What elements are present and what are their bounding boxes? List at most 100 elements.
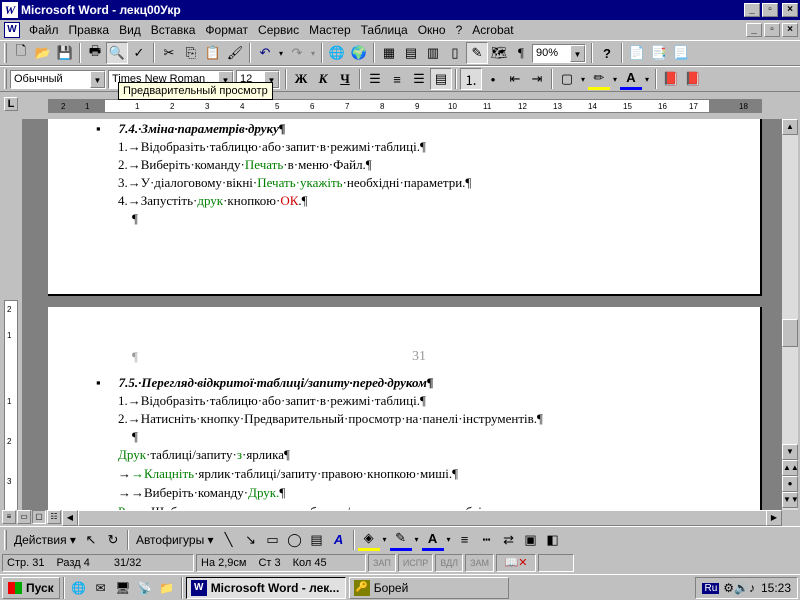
highlight-icon[interactable]: ✏ bbox=[588, 68, 610, 90]
columns-icon[interactable]: ▯ bbox=[444, 42, 466, 64]
oval-icon[interactable]: ◯ bbox=[284, 529, 306, 551]
normal-view-icon[interactable]: ≡ bbox=[2, 510, 16, 524]
align-left-icon[interactable]: ☰ bbox=[364, 68, 386, 90]
fill-color-icon[interactable]: ◈ bbox=[357, 529, 380, 551]
scroll-right-icon[interactable]: ▶ bbox=[766, 510, 782, 526]
format-painter-icon[interactable]: 🖌 bbox=[224, 42, 246, 64]
decrease-indent-icon[interactable]: ⇤ bbox=[504, 68, 526, 90]
toolbar-grip[interactable] bbox=[4, 529, 7, 550]
doc-minimize-button[interactable]: _ bbox=[746, 23, 762, 37]
acrobat-pdf-icon[interactable]: 📄 bbox=[626, 42, 648, 64]
font-color-dropdown-icon[interactable]: ▾ bbox=[642, 68, 652, 90]
scroll-thumb[interactable] bbox=[782, 319, 798, 347]
tray-icons[interactable]: ⚙🔊♪ bbox=[723, 581, 755, 595]
style-combo[interactable]: Обычный ▼ bbox=[10, 69, 106, 89]
next-page-icon[interactable]: ▼▼ bbox=[782, 492, 799, 508]
menu-edit[interactable]: Правка bbox=[64, 23, 115, 37]
actions-menu[interactable]: Действия ▾ bbox=[10, 533, 80, 547]
hyperlink-icon[interactable]: 🌐 bbox=[326, 42, 348, 64]
tab-stop-selector[interactable]: L bbox=[4, 97, 18, 111]
word-app-icon[interactable]: W bbox=[2, 2, 18, 18]
3d-icon[interactable]: ◧ bbox=[542, 529, 564, 551]
select-objects-icon[interactable]: ↖ bbox=[80, 529, 102, 551]
style-dropdown-icon[interactable]: ▼ bbox=[90, 70, 105, 88]
vertical-scrollbar[interactable]: ▲ ▼ ▲▲ ● ▼▼ bbox=[782, 119, 799, 510]
arrow-icon[interactable]: ↘ bbox=[240, 529, 262, 551]
spelling-icon[interactable]: ✓ bbox=[128, 42, 150, 64]
drawing-icon[interactable]: ✎ bbox=[466, 42, 488, 64]
align-center-icon[interactable]: ≡ bbox=[386, 68, 408, 90]
web-layout-icon[interactable]: ▭ bbox=[17, 510, 31, 524]
doc-restore-button[interactable]: ▫ bbox=[764, 23, 780, 37]
hscroll-thumb[interactable] bbox=[78, 510, 768, 526]
prev-page-icon[interactable]: ▲▲ bbox=[782, 460, 799, 476]
borders-icon[interactable]: ▢ bbox=[556, 68, 578, 90]
draw-font-color-dropdown-icon[interactable]: ▾ bbox=[444, 529, 454, 551]
horizontal-scrollbar[interactable]: ◀ ▶ bbox=[62, 510, 782, 526]
quicklaunch-app-icon[interactable]: 📁 bbox=[156, 577, 178, 599]
doc-close-button[interactable]: × bbox=[782, 23, 798, 37]
increase-indent-icon[interactable]: ⇥ bbox=[526, 68, 548, 90]
show-hide-pilcrow-icon[interactable]: ¶ bbox=[510, 42, 532, 64]
maximize-button[interactable]: ▫ bbox=[762, 3, 778, 17]
menu-table[interactable]: Таблица bbox=[356, 23, 413, 37]
page-30[interactable]: ▪ 7.4.·Зміна·параметрів·друку¶ 1.→Відобра… bbox=[48, 119, 762, 296]
status-ext[interactable]: ВДЛ bbox=[435, 554, 464, 572]
zoom-combo[interactable]: 90% ▼ bbox=[532, 43, 586, 63]
redo-dropdown-icon[interactable]: ▾ bbox=[308, 42, 318, 64]
clock[interactable]: 15:23 bbox=[761, 581, 791, 595]
toolbar-grip[interactable] bbox=[4, 69, 7, 89]
spelling-status-icon[interactable]: 📖✕ bbox=[496, 554, 537, 572]
bullets-icon[interactable]: • bbox=[482, 68, 504, 90]
outline-view-icon[interactable]: ☷ bbox=[47, 510, 61, 524]
text-box-icon[interactable]: ▤ bbox=[306, 529, 328, 551]
status-ovr[interactable]: ЗАМ bbox=[465, 554, 495, 572]
menu-acrobat[interactable]: Acrobat bbox=[467, 23, 518, 37]
rectangle-icon[interactable]: ▭ bbox=[262, 529, 284, 551]
quicklaunch-outlook-icon[interactable]: ✉ bbox=[90, 577, 112, 599]
bold-button[interactable]: Ж bbox=[290, 68, 312, 90]
undo-dropdown-icon[interactable]: ▾ bbox=[276, 42, 286, 64]
document-area[interactable]: ▪ 7.4.·Зміна·параметрів·друку¶ 1.→Відобра… bbox=[22, 119, 782, 510]
line-color-dropdown-icon[interactable]: ▾ bbox=[412, 529, 422, 551]
dash-style-icon[interactable]: ┅ bbox=[476, 529, 498, 551]
line-style-icon[interactable]: ≡ bbox=[454, 529, 476, 551]
copy-icon[interactable]: ⎘ bbox=[180, 42, 202, 64]
menu-format[interactable]: Формат bbox=[200, 23, 253, 37]
acrobat-review-icon[interactable]: 📃 bbox=[670, 42, 692, 64]
cut-icon[interactable]: ✂ bbox=[158, 42, 180, 64]
start-button[interactable]: Пуск bbox=[2, 576, 60, 599]
save-disk-icon[interactable]: 💾 bbox=[54, 42, 76, 64]
page-31[interactable]: ¶ 31 ▪ 7.5.·Перегляд·відкритої·таблиці/за… bbox=[48, 307, 762, 510]
line-color-icon[interactable]: ✎ bbox=[389, 529, 412, 551]
menu-tools[interactable]: Сервис bbox=[253, 23, 304, 37]
arrow-style-icon[interactable]: ⇄ bbox=[498, 529, 520, 551]
align-right-icon[interactable]: ☰ bbox=[408, 68, 430, 90]
status-trk[interactable]: ИСПР bbox=[397, 554, 434, 572]
vertical-ruler[interactable]: 2 1 1 2 3 bbox=[4, 300, 18, 515]
numbering-icon[interactable]: ⒈ bbox=[460, 68, 482, 90]
horizontal-ruler[interactable]: 2 1 1 2 3 4 5 6 7 8 9 10 11 12 13 14 15 … bbox=[48, 99, 762, 113]
web-toolbar-icon[interactable]: 🌍 bbox=[348, 42, 370, 64]
document-icon[interactable]: W bbox=[4, 22, 20, 38]
draw-font-color-icon[interactable]: A bbox=[421, 529, 444, 551]
task-word[interactable]: W Microsoft Word - лек... bbox=[185, 576, 346, 599]
wordart-icon[interactable]: A bbox=[328, 529, 350, 551]
print-preview-icon[interactable]: 🔍 bbox=[106, 42, 128, 64]
free-rotate-icon[interactable]: ↻ bbox=[102, 529, 124, 551]
italic-button[interactable]: К bbox=[312, 68, 334, 90]
new-document-icon[interactable]: 🗋 bbox=[10, 42, 32, 64]
acrobat-convert-mail-icon[interactable]: 📕 bbox=[682, 68, 704, 90]
font-color-icon[interactable]: A bbox=[620, 68, 642, 90]
paste-icon[interactable]: 📋 bbox=[202, 42, 224, 64]
menu-window[interactable]: Окно bbox=[413, 23, 451, 37]
scroll-up-icon[interactable]: ▲ bbox=[782, 119, 798, 135]
scroll-left-icon[interactable]: ◀ bbox=[62, 510, 78, 526]
menu-insert[interactable]: Вставка bbox=[146, 23, 201, 37]
menu-file[interactable]: Файл bbox=[24, 23, 64, 37]
autoshapes-menu[interactable]: Автофигуры ▾ bbox=[132, 533, 218, 547]
minimize-button[interactable]: _ bbox=[744, 3, 760, 17]
insert-excel-icon[interactable]: ▥ bbox=[422, 42, 444, 64]
quicklaunch-desktop-icon[interactable]: 🖥 bbox=[112, 577, 134, 599]
insert-table-icon[interactable]: ▤ bbox=[400, 42, 422, 64]
